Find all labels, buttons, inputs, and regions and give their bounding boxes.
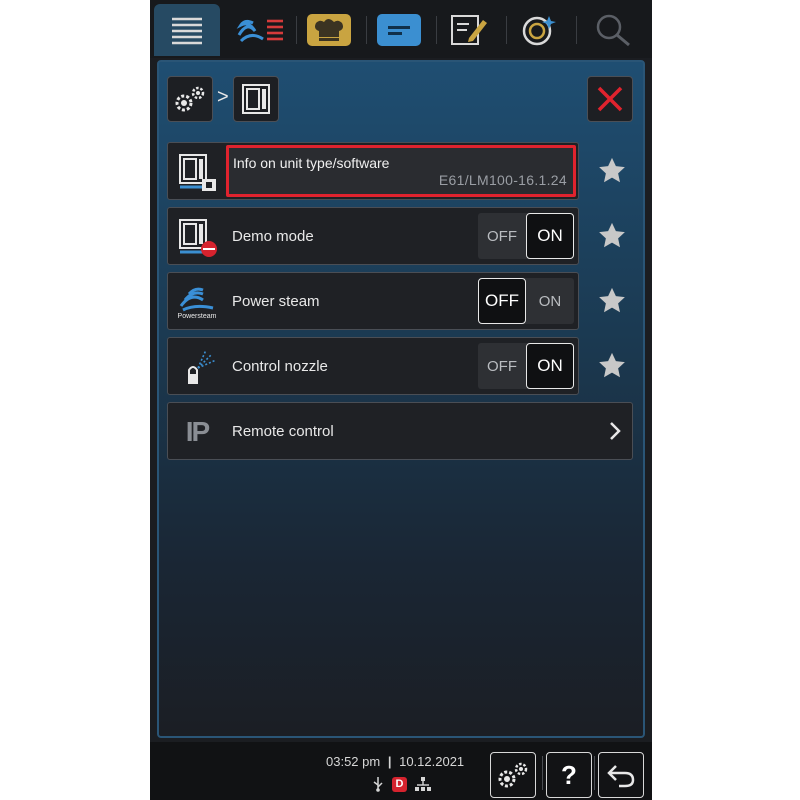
demo-mode-toggle[interactable]: OFF ON <box>478 213 574 259</box>
info-title: Info on unit type/software <box>233 155 390 171</box>
nozzle-off-option[interactable]: OFF <box>478 343 526 389</box>
chef-hat-icon <box>307 14 351 46</box>
row-icon <box>174 344 220 390</box>
bottom-separator <box>594 756 595 790</box>
demo-mode-label: Demo mode <box>232 228 314 245</box>
ip-remote-icon: IP <box>185 416 211 447</box>
power-steam-label: Power steam <box>232 293 320 310</box>
breadcrumb-unit-info-button[interactable] <box>233 76 279 122</box>
control-nozzle-row: Control nozzle OFF ON <box>167 337 579 395</box>
favorite-star-info[interactable] <box>592 151 632 191</box>
spray-nozzle-icon <box>188 349 217 384</box>
date-text: 10.12.2021 <box>399 754 465 769</box>
tab-efficiency[interactable] <box>506 4 572 56</box>
demo-mode-row: Demo mode OFF ON <box>167 207 579 265</box>
tab-search[interactable] <box>580 4 646 56</box>
status-icons: D <box>372 776 431 792</box>
back-button[interactable] <box>598 752 644 798</box>
star-icon <box>599 222 625 248</box>
bottom-separator <box>542 756 543 790</box>
tab-intelligent-cooking[interactable] <box>226 4 292 56</box>
bottom-status-bar: 03:52 pm | 10.12.2021 D ? <box>150 742 652 800</box>
power-steam-off-option-selected[interactable]: OFF <box>478 278 526 324</box>
demo-on-option-selected[interactable]: ON <box>526 213 574 259</box>
chevron-right-icon <box>610 422 621 440</box>
gears-icon <box>498 762 528 788</box>
usb-icon <box>373 777 383 792</box>
star-icon <box>599 157 625 183</box>
tab-chef-hat[interactable] <box>296 4 362 56</box>
settings-panel: > Info on unit type/software E61/LM100-1… <box>157 60 645 738</box>
network-icon <box>415 777 431 791</box>
demo-off-option[interactable]: OFF <box>478 213 526 259</box>
star-icon <box>599 287 625 313</box>
software-version: E61/LM100-16.1.24 <box>438 172 567 188</box>
tab-separator <box>576 16 577 44</box>
menu-lines-icon <box>172 17 202 45</box>
tab-menu[interactable] <box>154 4 220 56</box>
star-icon <box>599 352 625 378</box>
intelligent-cooking-icon <box>236 19 283 43</box>
tab-edit-note[interactable] <box>436 4 502 56</box>
row-icon: IP <box>174 409 220 455</box>
back-arrow-icon <box>607 765 635 788</box>
gears-icon <box>175 86 205 112</box>
power-steam-row: Powersteam Power steam OFF ON <box>167 272 579 330</box>
time-date-divider: | <box>387 754 392 769</box>
top-tab-bar <box>150 0 652 58</box>
remote-control-label: Remote control <box>232 423 334 440</box>
settings-button[interactable] <box>490 752 536 798</box>
help-button[interactable]: ? <box>546 752 592 798</box>
nozzle-on-option-selected[interactable]: ON <box>526 343 574 389</box>
unit-info-icon <box>179 154 216 191</box>
control-nozzle-label: Control nozzle <box>232 358 328 375</box>
breadcrumb-separator: > <box>217 86 229 108</box>
demo-status-badge: D <box>392 776 407 792</box>
favorite-star-nozzle[interactable] <box>592 346 632 386</box>
tab-display[interactable] <box>366 4 432 56</box>
clock-display: 03:52 pm | 10.12.2021 <box>326 754 464 769</box>
powersteam-icon-caption: Powersteam <box>177 313 217 320</box>
efficiency-icon <box>522 16 556 46</box>
breadcrumb-settings-button[interactable] <box>167 76 213 122</box>
powersteam-icon <box>179 287 214 312</box>
row-icon <box>174 149 220 195</box>
info-unit-row[interactable]: Info on unit type/software E61/LM100-16.… <box>167 142 579 200</box>
close-button[interactable] <box>587 76 633 122</box>
unit-device-icon <box>242 84 270 114</box>
device-screen: > Info on unit type/software E61/LM100-1… <box>150 0 652 800</box>
info-highlight-box[interactable]: Info on unit type/software E61/LM100-16.… <box>226 145 576 197</box>
control-nozzle-toggle[interactable]: OFF ON <box>478 343 574 389</box>
row-icon <box>174 214 220 260</box>
close-icon <box>597 86 623 112</box>
demo-unit-icon <box>179 219 217 257</box>
power-steam-toggle[interactable]: OFF ON <box>478 278 574 324</box>
time-text: 03:52 pm <box>326 754 381 769</box>
row-icon: Powersteam <box>174 279 220 325</box>
favorite-star-power-steam[interactable] <box>592 281 632 321</box>
search-icon <box>596 14 630 47</box>
remote-control-row[interactable]: IP Remote control <box>167 402 633 460</box>
edit-note-icon <box>451 15 487 45</box>
power-steam-on-option[interactable]: ON <box>526 278 574 324</box>
favorite-star-demo[interactable] <box>592 216 632 256</box>
display-icon <box>377 14 421 46</box>
